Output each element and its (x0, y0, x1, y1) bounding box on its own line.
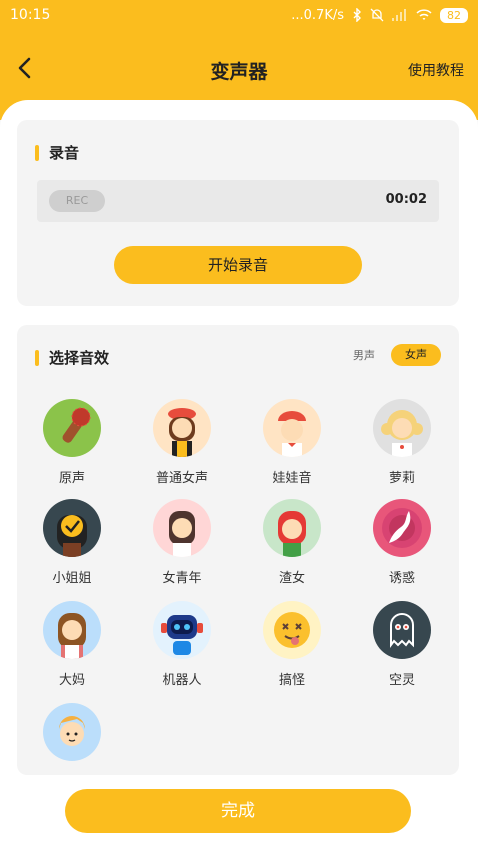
effect-item-baby-voice[interactable]: 娃娃音 (242, 399, 342, 486)
signal-icon (392, 9, 406, 21)
network-speed: ...0.7K/s (291, 7, 344, 23)
microphone-icon (43, 399, 101, 457)
aunt-icon (43, 601, 101, 659)
effect-label: 空灵 (388, 673, 415, 688)
gender-toggle: 男声 女声 (343, 344, 441, 366)
effect-label: 原声 (58, 471, 85, 486)
effect-item-original[interactable]: 原声 (22, 399, 122, 486)
top-nav: 变声器 使用教程 (0, 40, 478, 96)
record-card-title: 录音 (35, 142, 79, 163)
female-voice-tab[interactable]: 女声 (391, 344, 441, 366)
effect-title-text: 选择音效 (49, 349, 110, 367)
title-accent-bar (35, 144, 39, 161)
effect-item-aunt[interactable]: 大妈 (22, 601, 122, 688)
effect-item-normal-female[interactable]: 普通女声 (132, 399, 232, 486)
effect-item-young-woman[interactable]: 女青年 (132, 499, 232, 586)
effect-label: 娃娃音 (272, 471, 312, 486)
effect-label: 机器人 (162, 673, 202, 688)
effect-item-funny[interactable]: 搞怪 (242, 601, 342, 688)
male-voice-tab[interactable]: 男声 (343, 347, 385, 363)
woman-beret-icon (153, 399, 211, 457)
effect-label: 女青年 (162, 571, 202, 586)
effect-label: 诱惑 (388, 571, 415, 586)
check-girl-icon (43, 499, 101, 557)
ghost-icon (373, 601, 431, 659)
loli-girl-icon (373, 399, 431, 457)
young-woman-icon (153, 499, 211, 557)
redhair-girl-icon (263, 499, 321, 557)
bluetooth-icon (353, 8, 361, 22)
done-button[interactable]: 完成 (65, 789, 411, 833)
effect-card-title: 选择音效 (35, 347, 109, 368)
title-accent-bar (35, 349, 39, 366)
effect-label: 萝莉 (388, 471, 415, 486)
status-bar: 10:15 ...0.7K/s 82 (0, 0, 478, 30)
record-card: 录音 REC 00:02 开始录音 (17, 120, 459, 306)
effect-item-sister[interactable]: 小姐姐 (22, 499, 122, 586)
effect-label: 渣女 (278, 571, 305, 586)
blond-boy-icon (43, 703, 101, 761)
page-title: 变声器 (210, 61, 268, 83)
silly-face-icon (263, 601, 321, 659)
effect-label: 搞怪 (278, 673, 305, 688)
start-recording-button[interactable]: 开始录音 (114, 246, 362, 284)
effect-item-robot[interactable]: 机器人 (132, 601, 232, 688)
record-title-text: 录音 (49, 144, 80, 162)
status-time: 10:15 (10, 7, 51, 23)
tutorial-link[interactable]: 使用教程 (408, 60, 464, 80)
rec-badge: REC (49, 190, 105, 212)
battery-indicator: 82 (440, 7, 468, 23)
effect-label: 小姐姐 (52, 571, 92, 586)
effect-item-boy[interactable] (22, 703, 122, 771)
child-cap-icon (263, 399, 321, 457)
recording-timer: 00:02 (385, 192, 427, 207)
robot-icon (153, 601, 211, 659)
mute-bell-icon (370, 8, 384, 22)
effect-card: 选择音效 男声 女声 原声 普通女声 娃娃音 萝莉 小姐姐 女青年 渣女 诱惑 … (17, 325, 459, 775)
effect-label: 普通女声 (155, 471, 208, 486)
effect-item-ethereal[interactable]: 空灵 (352, 601, 452, 688)
status-indicators: ...0.7K/s 82 (291, 7, 468, 23)
effect-item-scumbag-girl[interactable]: 渣女 (242, 499, 342, 586)
effect-item-loli[interactable]: 萝莉 (352, 399, 452, 486)
wifi-icon (416, 9, 432, 20)
effect-item-seduction[interactable]: 诱惑 (352, 499, 452, 586)
recording-status-row: REC 00:02 (37, 180, 439, 222)
silhouette-icon (373, 499, 431, 557)
effect-label: 大妈 (58, 673, 85, 688)
